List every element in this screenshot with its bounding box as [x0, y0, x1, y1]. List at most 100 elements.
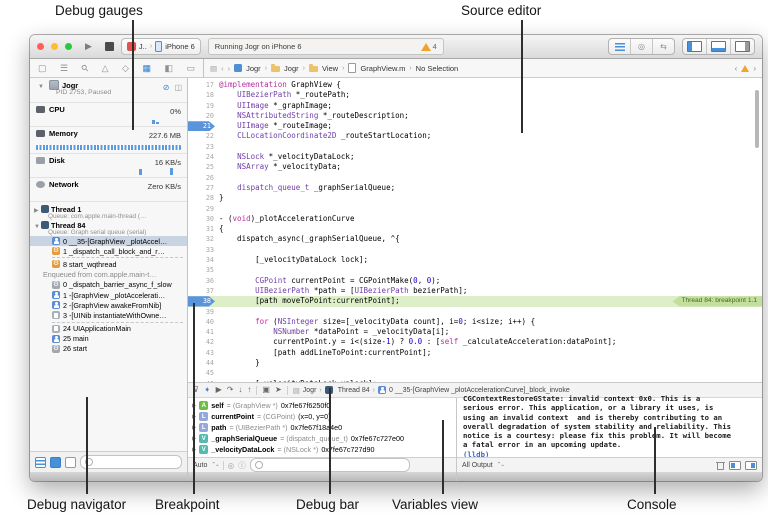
- warning-icon[interactable]: [421, 43, 431, 51]
- version-editor-button[interactable]: ⇆: [653, 39, 674, 54]
- step-out-button[interactable]: ↑: [247, 386, 251, 394]
- filter-by-queue-button[interactable]: [35, 457, 46, 468]
- continue-button[interactable]: ▶: [216, 386, 222, 394]
- process-row[interactable]: ▼Jogr PID 2753, Paused ⊘ ◫: [30, 78, 187, 103]
- test-navigator-icon[interactable]: ◇: [122, 64, 129, 73]
- breadcrumb-group[interactable]: Jogr: [284, 64, 299, 73]
- show-values-icon[interactable]: ◎: [228, 461, 235, 470]
- filter-running-button[interactable]: [50, 457, 61, 468]
- project-navigator-icon[interactable]: ▢: [38, 64, 47, 73]
- view-hierarchy-button[interactable]: ▣: [262, 386, 270, 394]
- scope-popup[interactable]: Auto: [193, 462, 207, 469]
- previous-issue-button[interactable]: ‹: [735, 64, 738, 73]
- source-editor[interactable]: 17@implementation GraphView {18 UIBezier…: [188, 78, 762, 382]
- disk-gauge[interactable]: Disk 16 KB/s: [30, 154, 187, 178]
- stack-frame-row[interactable]: 1 -[GraphView _plotAccelerati…: [30, 290, 187, 300]
- line-number[interactable]: 35: [188, 265, 219, 275]
- line-number[interactable]: 19: [188, 101, 219, 111]
- line-number[interactable]: 28: [188, 193, 219, 203]
- breakpoint-marker[interactable]: 21: [188, 121, 219, 131]
- line-number[interactable]: 37: [188, 286, 219, 296]
- zoom-window-button[interactable]: [65, 43, 72, 50]
- close-window-button[interactable]: [37, 43, 44, 50]
- stack-frame-row[interactable]: 25 main: [30, 334, 187, 344]
- debug-navigator-icon[interactable]: ▦: [142, 64, 151, 73]
- breadcrumb-file[interactable]: GraphView.m: [360, 64, 405, 73]
- symbol-navigator-icon[interactable]: ☰: [60, 64, 68, 73]
- log-navigator-icon[interactable]: ▭: [186, 64, 195, 73]
- disclosure-triangle-icon[interactable]: ▶: [34, 207, 41, 214]
- editor-scrollbar[interactable]: [755, 90, 759, 148]
- next-issue-button[interactable]: ›: [753, 64, 756, 73]
- output-filter-popup[interactable]: All Output: [462, 462, 493, 469]
- variable-row[interactable]: ▶Aself = (GraphView *) 0x7fe67f6250f0: [188, 400, 456, 411]
- line-number[interactable]: 36: [188, 276, 219, 286]
- debug-crumb-frame[interactable]: 0 __35-[GraphView _plotAccelerationCurve…: [389, 387, 570, 394]
- breadcrumb-selection[interactable]: No Selection: [416, 64, 459, 73]
- variable-row[interactable]: ▶V_graphSerialQueue = (dispatch_queue_t)…: [188, 433, 456, 444]
- line-number[interactable]: 29: [188, 204, 219, 214]
- variable-row[interactable]: ▶Lpath = (UIBezierPath *) 0x7fe67f18a4e0: [188, 422, 456, 433]
- stack-frame-row[interactable]: 0 _dispatch_barrier_async_f_slow: [30, 280, 187, 290]
- line-number[interactable]: 22: [188, 131, 219, 141]
- line-number[interactable]: 18: [188, 90, 219, 100]
- related-items-icon[interactable]: ▤: [210, 64, 217, 73]
- line-number[interactable]: 32: [188, 234, 219, 244]
- stack-frame-row[interactable]: 26 start: [30, 344, 187, 354]
- run-button[interactable]: ▶: [85, 42, 92, 51]
- line-number[interactable]: 34: [188, 255, 219, 265]
- breakpoint-navigator-icon[interactable]: ◧: [164, 64, 173, 73]
- standard-editor-button[interactable]: [609, 39, 631, 54]
- stack-frame-row[interactable]: 24 UIApplicationMain: [30, 324, 187, 334]
- variable-row[interactable]: ▶LcurrentPoint = (CGPoint) (x=0, y=0): [188, 411, 456, 422]
- line-number[interactable]: 20: [188, 111, 219, 121]
- forward-chevron-icon[interactable]: ›: [228, 64, 231, 73]
- stack-frame-row[interactable]: 2 -[GraphView awakeFromNib]: [30, 300, 187, 310]
- filter-stack-depth-button[interactable]: [65, 457, 76, 468]
- disclosure-triangle-icon[interactable]: ▼: [34, 224, 41, 230]
- breadcrumb-project[interactable]: Jogr: [246, 64, 261, 73]
- line-number[interactable]: 33: [188, 245, 219, 255]
- assistant-editor-button[interactable]: ◎: [631, 39, 653, 54]
- line-number[interactable]: 24: [188, 152, 219, 162]
- toggle-navigator-button[interactable]: [683, 39, 707, 54]
- stack-frame-row[interactable]: 8 start_wqthread: [30, 259, 187, 269]
- find-navigator-icon[interactable]: ⚲: [79, 62, 90, 73]
- line-number[interactable]: 31: [188, 224, 219, 234]
- line-number[interactable]: 27: [188, 183, 219, 193]
- thread-1-row[interactable]: ▶Thread 1 Queue: com.apple.main-thread (…: [30, 204, 187, 220]
- step-into-button[interactable]: ↓: [238, 386, 242, 394]
- simulate-location-button[interactable]: ➤: [275, 386, 282, 394]
- breakpoints-toggle-button[interactable]: ➧: [204, 386, 211, 394]
- line-number[interactable]: 25: [188, 162, 219, 172]
- step-over-button[interactable]: ↷: [227, 386, 234, 394]
- breadcrumb-subgroup[interactable]: View: [322, 64, 338, 73]
- stack-frame-row[interactable]: 1 _dispatch_call_block_and_r…: [30, 246, 187, 256]
- clear-console-button[interactable]: [716, 461, 725, 470]
- location-simulation-icon[interactable]: ⊘: [163, 83, 170, 92]
- stack-frame-row[interactable]: 3 -[UINib instantiateWithOwne…: [30, 310, 187, 320]
- thread-84-row[interactable]: ▼Thread 84 Queue: Graph serial queue (se…: [30, 220, 187, 236]
- minimize-window-button[interactable]: [51, 43, 58, 50]
- line-number[interactable]: 23: [188, 142, 219, 152]
- toggle-debug-area-button[interactable]: [707, 39, 731, 54]
- warning-count[interactable]: 4: [433, 42, 437, 51]
- back-chevron-icon[interactable]: ‹: [221, 64, 224, 73]
- cpu-gauge[interactable]: CPU 0%: [30, 103, 187, 127]
- quicklook-info-icon[interactable]: ⓘ: [238, 460, 246, 471]
- console-output[interactable]: CGContextRestoreGState: invalid context …: [457, 394, 762, 457]
- memory-gauge[interactable]: Memory 227.6 MB: [30, 127, 187, 154]
- variable-row[interactable]: ▶V_velocityDataLock = (NSLock *) 0x7fe67…: [188, 444, 456, 455]
- stop-button[interactable]: [105, 42, 114, 51]
- issue-warning-icon[interactable]: [741, 65, 749, 72]
- debug-crumb-thread[interactable]: Thread 84: [338, 387, 370, 394]
- memory-tools-icon[interactable]: ◫: [174, 83, 182, 92]
- network-gauge[interactable]: Network Zero KB/s: [30, 178, 187, 202]
- line-number[interactable]: 30: [188, 214, 219, 224]
- line-number[interactable]: 17: [188, 80, 219, 90]
- show-variables-toggle[interactable]: [729, 461, 741, 470]
- show-console-toggle[interactable]: [745, 461, 757, 470]
- stack-frame-row[interactable]: 0 __35-[GraphView _plotAccel…: [30, 236, 187, 246]
- navigator-filter-field[interactable]: [80, 455, 182, 469]
- line-number[interactable]: 26: [188, 173, 219, 183]
